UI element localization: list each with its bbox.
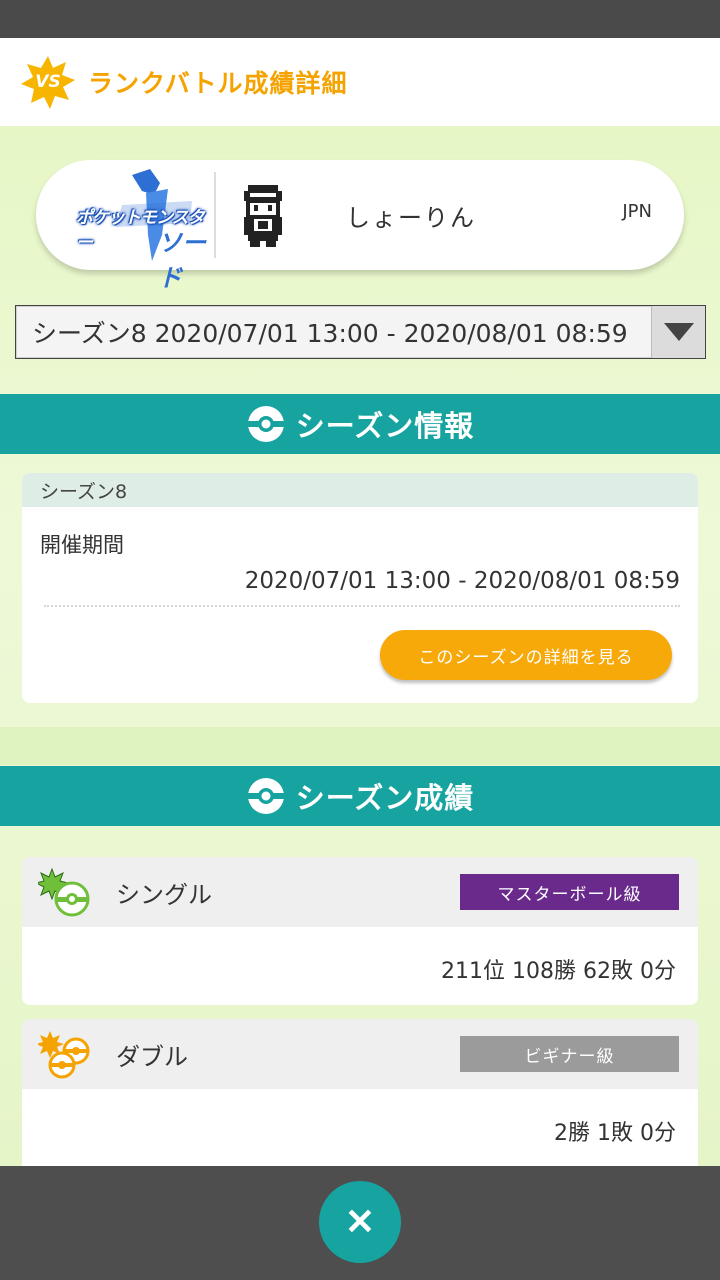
- double-battle-body: 2勝 1敗 0分: [22, 1089, 698, 1167]
- season-name: シーズン8: [22, 473, 698, 507]
- period-label: 開催期間: [40, 533, 124, 557]
- season-info-panel: シーズン8 開催期間 2020/07/01 13:00 - 2020/08/01…: [22, 473, 698, 703]
- single-battle-label: シングル: [116, 880, 212, 909]
- profile-card: ポケットモンスター ソード しょーりん JPN: [36, 160, 684, 292]
- season-dropdown-value: シーズン8 2020/07/01 13:00 - 2020/08/01 08:5…: [32, 319, 628, 348]
- player-name: しょーりん: [346, 203, 476, 232]
- page-title: ランクバトル成績詳細: [88, 69, 348, 98]
- single-battle-icon: [34, 867, 94, 917]
- season-info-header: シーズン情報: [0, 394, 720, 454]
- single-battle-body: 211位 108勝 62敗 0分: [22, 927, 698, 1005]
- dotted-divider: [44, 605, 680, 607]
- period-value: 2020/07/01 13:00 - 2020/08/01 08:59: [244, 568, 680, 594]
- double-battle-stats: 2勝 1敗 0分: [554, 1121, 676, 1146]
- status-bar: [0, 0, 720, 38]
- game-logo: ポケットモンスター ソード: [72, 165, 212, 292]
- region-label: JPN: [622, 200, 652, 222]
- single-rank-badge: マスターボール級: [460, 874, 679, 910]
- single-battle-card: シングル マスターボール級 211位 108勝 62敗 0分: [22, 857, 698, 1005]
- profile-divider: [214, 172, 216, 258]
- monster-ball-icon: [247, 406, 284, 442]
- single-battle-header: シングル マスターボール級: [22, 857, 698, 927]
- trainer-avatar: [240, 183, 286, 247]
- single-battle-stats: 211位 108勝 62敗 0分: [441, 959, 676, 984]
- double-battle-icon: [36, 1029, 94, 1079]
- double-battle-card: ダブル ビギナー級 2勝 1敗 0分: [22, 1019, 698, 1179]
- close-icon: ✕: [344, 1201, 376, 1242]
- header: VS ランクバトル成績詳細: [0, 38, 720, 126]
- spacer-band: [0, 727, 720, 765]
- double-battle-label: ダブル: [116, 1042, 188, 1071]
- vs-badge-icon: VS: [20, 54, 76, 110]
- season-dropdown[interactable]: シーズン8 2020/07/01 13:00 - 2020/08/01 08:5…: [15, 305, 706, 359]
- monster-ball-icon: [247, 778, 284, 814]
- close-button[interactable]: ✕: [319, 1181, 401, 1263]
- dropdown-arrow-icon[interactable]: [651, 306, 705, 358]
- season-results-header: シーズン成績: [0, 766, 720, 826]
- season-detail-button[interactable]: このシーズンの詳細を見る: [380, 630, 672, 680]
- double-rank-badge: ビギナー級: [460, 1036, 679, 1072]
- double-battle-header: ダブル ビギナー級: [22, 1019, 698, 1089]
